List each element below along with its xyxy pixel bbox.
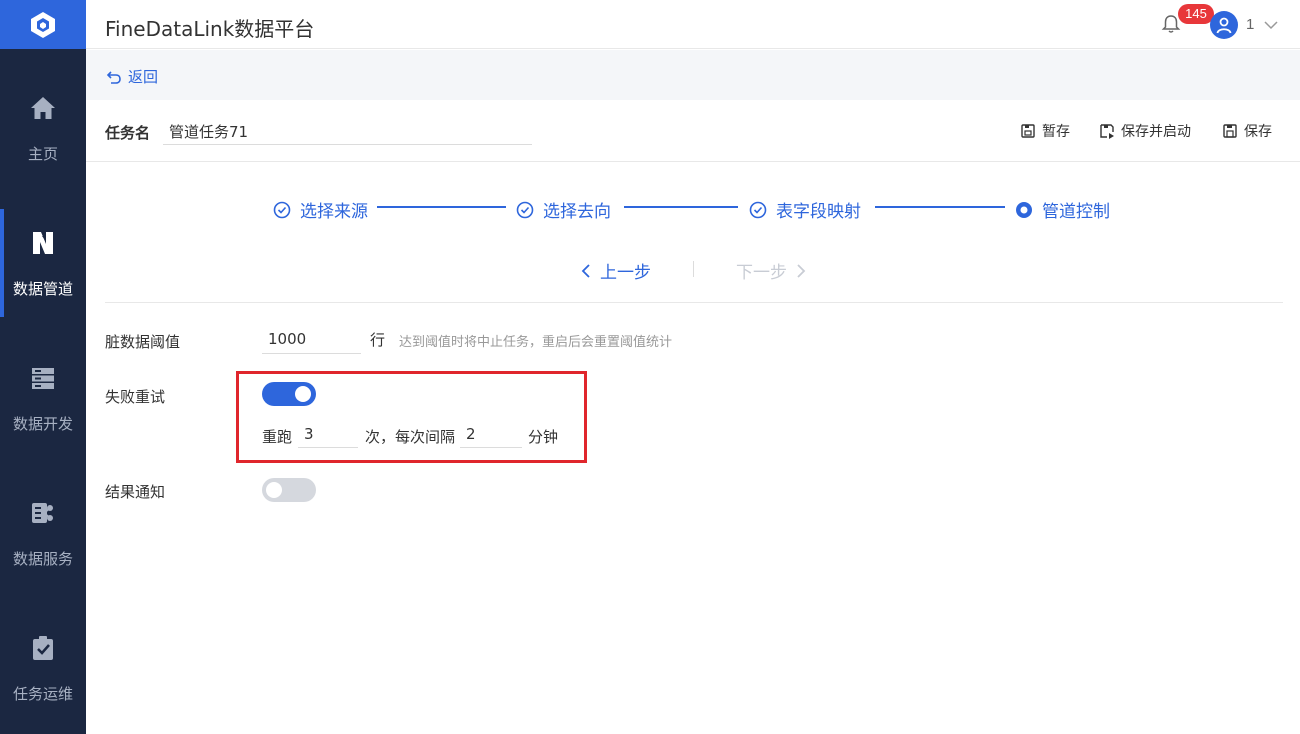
- notify-label: 结果通知: [105, 483, 166, 501]
- toggle-knob: [266, 482, 282, 498]
- task-name-input[interactable]: [163, 118, 532, 145]
- save-button[interactable]: 保存: [1222, 121, 1272, 141]
- next-step-label: 下一步: [736, 263, 787, 283]
- divider: [105, 302, 1283, 303]
- prev-step-button[interactable]: 上一步: [580, 258, 651, 283]
- step-pipeline-control[interactable]: 管道控制: [1015, 197, 1110, 222]
- step-field-mapping[interactable]: 表字段映射: [749, 197, 861, 222]
- step-label: 管道控制: [1042, 202, 1110, 222]
- undo-arrow-icon: [106, 70, 121, 84]
- step-target[interactable]: 选择去向: [516, 197, 611, 222]
- avatar[interactable]: [1210, 11, 1238, 39]
- back-bar: 返回: [86, 50, 1300, 100]
- sidebar: 主页 数据管道 数据开发 数据服务 任务运维: [0, 0, 86, 734]
- sidebar-item-label: 数据管道: [12, 279, 73, 298]
- sidebar-item-dev[interactable]: 数据开发: [0, 338, 86, 458]
- sidebar-item-pipeline[interactable]: 数据管道: [0, 203, 86, 323]
- save-start-icon: [1100, 124, 1114, 139]
- step-label: 表字段映射: [776, 202, 861, 222]
- sidebar-item-label: 数据开发: [12, 414, 73, 433]
- top-bar: FineDataLink数据平台 145 1: [86, 0, 1300, 49]
- chevron-down-icon[interactable]: [1264, 18, 1278, 32]
- dirty-threshold-hint: 达到阈值时将中止任务，重启后会重置阈值统计: [399, 335, 673, 350]
- notify-toggle[interactable]: [262, 478, 316, 502]
- dirty-threshold-input[interactable]: [262, 325, 361, 354]
- app-logo[interactable]: [0, 0, 86, 49]
- step-source[interactable]: 选择来源: [273, 197, 368, 222]
- dirty-threshold-label: 脏数据阈值: [105, 333, 181, 351]
- save-and-start-label: 保存并启动: [1121, 124, 1191, 140]
- step-connector: [377, 206, 506, 208]
- draft-save-icon: [1021, 124, 1035, 138]
- sidebar-item-label: 数据服务: [12, 549, 73, 568]
- draft-button[interactable]: 暂存: [1020, 121, 1070, 141]
- user-icon: [1216, 17, 1232, 34]
- step-label: 选择来源: [300, 202, 368, 222]
- back-link[interactable]: 返回: [106, 66, 158, 87]
- task-header: 任务名 暂存 保存并启动 保存: [86, 100, 1300, 162]
- current-step-icon: [1016, 201, 1032, 218]
- retry-label: 失败重试: [105, 388, 166, 406]
- save-icon: [1223, 124, 1237, 138]
- task-name-label: 任务名: [105, 124, 151, 142]
- service-icon: [28, 498, 58, 528]
- clipboard-check-icon: [28, 633, 58, 663]
- server-icon: [28, 363, 58, 393]
- sidebar-item-ops[interactable]: 任务运维: [0, 608, 86, 728]
- next-step-button[interactable]: 下一步: [736, 258, 807, 283]
- user-name: 1: [1246, 16, 1255, 33]
- check-circle-icon: [516, 201, 534, 218]
- chevron-right-icon: [797, 263, 806, 278]
- home-icon: [28, 93, 58, 123]
- sidebar-item-label: 任务运维: [12, 684, 73, 703]
- prev-step-label: 上一步: [600, 263, 651, 283]
- pipeline-icon: [28, 228, 58, 258]
- step-connector: [624, 206, 738, 208]
- step-connector: [875, 206, 1005, 208]
- check-circle-icon: [749, 201, 767, 218]
- back-label: 返回: [128, 68, 159, 86]
- highlight-box: [236, 371, 587, 463]
- cube-logo-icon: [31, 11, 55, 38]
- save-label: 保存: [1244, 124, 1272, 140]
- step-label: 选择去向: [543, 202, 611, 222]
- chevron-left-icon: [581, 263, 590, 278]
- sidebar-item-label: 主页: [27, 144, 58, 163]
- check-circle-icon: [273, 201, 291, 218]
- draft-label: 暂存: [1042, 124, 1070, 140]
- dirty-threshold-unit: 行: [370, 331, 386, 349]
- notification-badge: 145: [1178, 4, 1214, 24]
- sidebar-item-home[interactable]: 主页: [0, 68, 86, 188]
- sidebar-item-service[interactable]: 数据服务: [0, 473, 86, 593]
- app-title: FineDataLink数据平台: [105, 17, 315, 41]
- divider: [693, 261, 694, 277]
- save-and-start-button[interactable]: 保存并启动: [1099, 121, 1191, 141]
